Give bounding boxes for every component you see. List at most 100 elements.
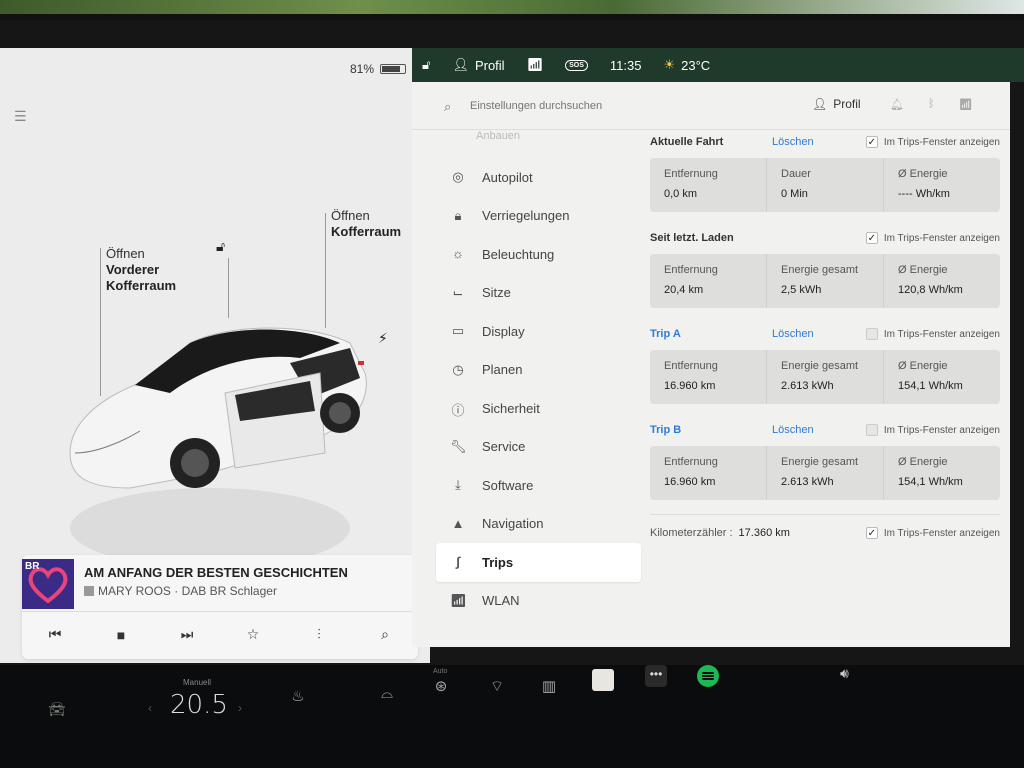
- menu-item-verriegelungen[interactable]: 🔒︎ Verriegelungen: [436, 197, 641, 236]
- stat-value: 154,1 Wh/km: [898, 380, 963, 392]
- stat-value: 0 Min: [781, 188, 808, 200]
- trips-icon: ∫: [456, 554, 460, 570]
- trip-stats: Entfernung 16.960 km Energie gesamt 2.613 k…: [650, 446, 1000, 500]
- trip-b-section: Trip B Löschen Im Trips-Fenster anzeigen En…: [650, 418, 1000, 500]
- trip-title: Aktuelle Fahrt: [650, 136, 724, 148]
- menu-item-display[interactable]: ▭ Display: [436, 312, 641, 351]
- temp-down-icon[interactable]: ‹: [148, 701, 152, 715]
- rear-defrost-icon[interactable]: ▥: [537, 677, 561, 695]
- show-in-trips-checkbox[interactable]: Im Trips-Fenster anzeigen: [865, 424, 1000, 436]
- sos-icon[interactable]: SOS: [565, 59, 588, 71]
- stat-value: 2.613 kWh: [781, 380, 834, 392]
- person-icon: 👤︎: [812, 97, 828, 111]
- temp-up-icon[interactable]: ›: [238, 701, 242, 715]
- show-in-trips-checkbox[interactable]: Im Trips-Fenster anzeigen: [865, 328, 1000, 340]
- search-icon[interactable]: ⌕: [375, 625, 395, 645]
- open-trunk-button[interactable]: Öffnen Kofferraum: [331, 208, 401, 240]
- battery-percent: 81%: [349, 62, 374, 76]
- favorite-star-icon[interactable]: ☆: [243, 625, 263, 645]
- light-icon: ☼: [452, 246, 464, 262]
- menu-item-service[interactable]: 🔧︎ Service: [436, 428, 641, 467]
- equalizer-icon[interactable]: ⫶: [309, 625, 329, 645]
- seat-heater-icon[interactable]: ♨: [286, 687, 310, 705]
- stat-value: 20,4 km: [664, 284, 704, 296]
- menu-item-planen[interactable]: ◷ Planen: [436, 351, 641, 390]
- trip-stat: Entfernung 16.960 km: [650, 350, 767, 404]
- front-defrost-icon[interactable]: ⌔: [485, 677, 509, 696]
- climate-mode-label: Manuell: [183, 678, 212, 687]
- menu-item-sicherheit[interactable]: ⓘ Sicherheit: [436, 389, 641, 428]
- trip-stat: Ø Energie ---- Wh/km: [884, 158, 1000, 212]
- cabin-temperature[interactable]: 20.5: [170, 690, 228, 720]
- menu-item-label: Beleuchtung: [482, 246, 555, 262]
- menu-item-navigation[interactable]: ▲ Navigation: [436, 505, 641, 544]
- menu-item-beleuchtung[interactable]: ☼ Beleuchtung: [436, 235, 641, 274]
- profile-button[interactable]: 👤︎ Profil: [452, 57, 504, 73]
- trip-stat: Entfernung 16.960 km: [650, 446, 767, 500]
- outside-temperature: 23°C: [681, 57, 711, 73]
- menu-item-trips[interactable]: ∫ Trips: [436, 543, 641, 582]
- checkmark-icon: ✓: [865, 232, 878, 244]
- safety-icon: ⓘ: [451, 403, 465, 419]
- clear-button[interactable]: Löschen: [772, 136, 844, 148]
- menu-item-label: WLAN: [482, 593, 520, 609]
- settings-search-input[interactable]: [470, 99, 770, 112]
- bluetooth-icon[interactable]: ᛒ: [928, 98, 935, 111]
- settings-profile-button[interactable]: 👤︎ Profil: [812, 97, 861, 111]
- camera-app-icon[interactable]: [592, 669, 614, 691]
- song-title: AM ANFANG DER BESTEN GESCHICHTEN: [84, 565, 348, 580]
- artist-label: MARY ROOS · DAB BR Schlager: [98, 584, 277, 598]
- stat-label: Ø Energie: [898, 264, 948, 276]
- volume-icon[interactable]: 🔊︎: [840, 665, 849, 682]
- unlock-icon[interactable]: 🔓︎: [216, 238, 225, 255]
- trunk-label-2: Kofferraum: [331, 224, 402, 239]
- clear-button[interactable]: Löschen: [772, 328, 844, 340]
- open-frunk-button[interactable]: Öffnen Vorderer Kofferraum: [106, 246, 176, 294]
- next-track-icon[interactable]: ⏭︎: [177, 625, 197, 645]
- trip-header: Trip A Löschen Im Trips-Fenster anzeigen: [650, 322, 1000, 346]
- trip-stat: Dauer 0 Min: [767, 158, 884, 212]
- sun-icon: ☀: [663, 57, 676, 72]
- menu-item-label: Software: [482, 477, 534, 493]
- trip-stats: Entfernung 16.960 km Energie gesamt 2.613 k…: [650, 350, 1000, 404]
- stat-label: Ø Energie: [898, 168, 948, 180]
- battery-icon: [380, 64, 406, 74]
- menu-item-label: Planen: [482, 362, 523, 378]
- wrench-icon: 🔧︎: [450, 438, 467, 454]
- touchscreen: 81% ☰ Öffnen Vorderer Kofferraum Öffnen …: [0, 20, 1024, 768]
- status-bar: 🔓︎ 👤︎ Profil 📶︎ SOS 11:35 ☀ 23°C: [412, 48, 1024, 82]
- more-apps-icon[interactable]: •••: [645, 665, 667, 687]
- stat-label: Energie gesamt: [781, 360, 859, 372]
- wifi-icon[interactable]: 📶︎: [959, 98, 973, 111]
- trip-a-section: Trip A Löschen Im Trips-Fenster anzeigen En…: [650, 322, 1000, 404]
- unlock-status-icon[interactable]: 🔓︎: [422, 57, 430, 73]
- show-in-trips-checkbox[interactable]: ✓ Im Trips-Fenster anzeigen: [865, 136, 1000, 148]
- bell-icon[interactable]: 🔔︎: [890, 98, 904, 111]
- spotify-icon[interactable]: [697, 665, 719, 687]
- frunk-label-2: Vorderer: [106, 262, 160, 277]
- previous-track-icon[interactable]: ⏮︎: [45, 625, 65, 645]
- show-in-trips-checkbox[interactable]: ✓ Im Trips-Fenster anzeigen: [865, 232, 1000, 244]
- stat-label: Entfernung: [664, 360, 718, 372]
- car-icon[interactable]: 🚘︎: [48, 701, 66, 718]
- wiper-icon[interactable]: ⌓: [375, 685, 399, 702]
- stat-value: 2,5 kWh: [781, 284, 822, 296]
- seat-icon: ⌙: [452, 284, 464, 300]
- menu-item-sitze[interactable]: ⌙ Sitze: [436, 274, 641, 313]
- song-artist: MARY ROOS · DAB BR Schlager: [84, 584, 277, 598]
- menu-item-partial[interactable]: Anbauen: [436, 130, 641, 158]
- steering-heater-icon[interactable]: ⊛: [429, 677, 453, 695]
- stat-value: 2.613 kWh: [781, 476, 834, 488]
- battery-fill: [382, 66, 400, 72]
- menu-item-autopilot[interactable]: ◎ Autopilot: [436, 158, 641, 197]
- clear-button[interactable]: Löschen: [772, 424, 844, 436]
- stop-icon[interactable]: ■: [111, 625, 131, 645]
- menu-item-wlan[interactable]: 📶︎ WLAN: [436, 582, 641, 621]
- checkmark-icon: [865, 328, 878, 340]
- menu-item-software[interactable]: ⤓ Software: [436, 466, 641, 505]
- odometer-show-checkbox[interactable]: ✓ Im Trips-Fenster anzeigen: [865, 527, 1000, 539]
- headlight-icon[interactable]: ☰: [14, 108, 36, 124]
- album-art[interactable]: BR: [22, 559, 74, 609]
- trip-title: Seit letzt. Laden: [650, 232, 734, 244]
- clock: 11:35: [609, 57, 642, 73]
